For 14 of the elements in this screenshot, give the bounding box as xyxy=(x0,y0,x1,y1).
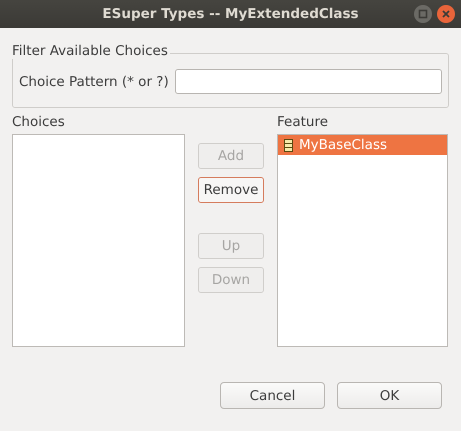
list-title: Choices xyxy=(12,114,66,130)
feature-item[interactable]: MyBaseClass xyxy=(278,135,447,155)
close-icon[interactable] xyxy=(437,5,455,23)
choices-list[interactable] xyxy=(12,134,185,347)
dialog-button[interactable]: OK xyxy=(337,382,442,409)
list-title: Feature xyxy=(277,114,330,130)
window-title: ESuper Types -- MyExtendedClass xyxy=(102,6,359,22)
group-title: Filter Available Choices xyxy=(12,43,170,59)
maximize-icon[interactable] xyxy=(414,5,432,23)
list-button[interactable]: Remove xyxy=(198,177,264,203)
pattern-field[interactable] xyxy=(174,69,442,94)
field-label: Choice Pattern (* or ?) xyxy=(19,74,169,90)
dialog-button[interactable]: Cancel xyxy=(220,382,325,409)
class-icon xyxy=(284,138,293,152)
